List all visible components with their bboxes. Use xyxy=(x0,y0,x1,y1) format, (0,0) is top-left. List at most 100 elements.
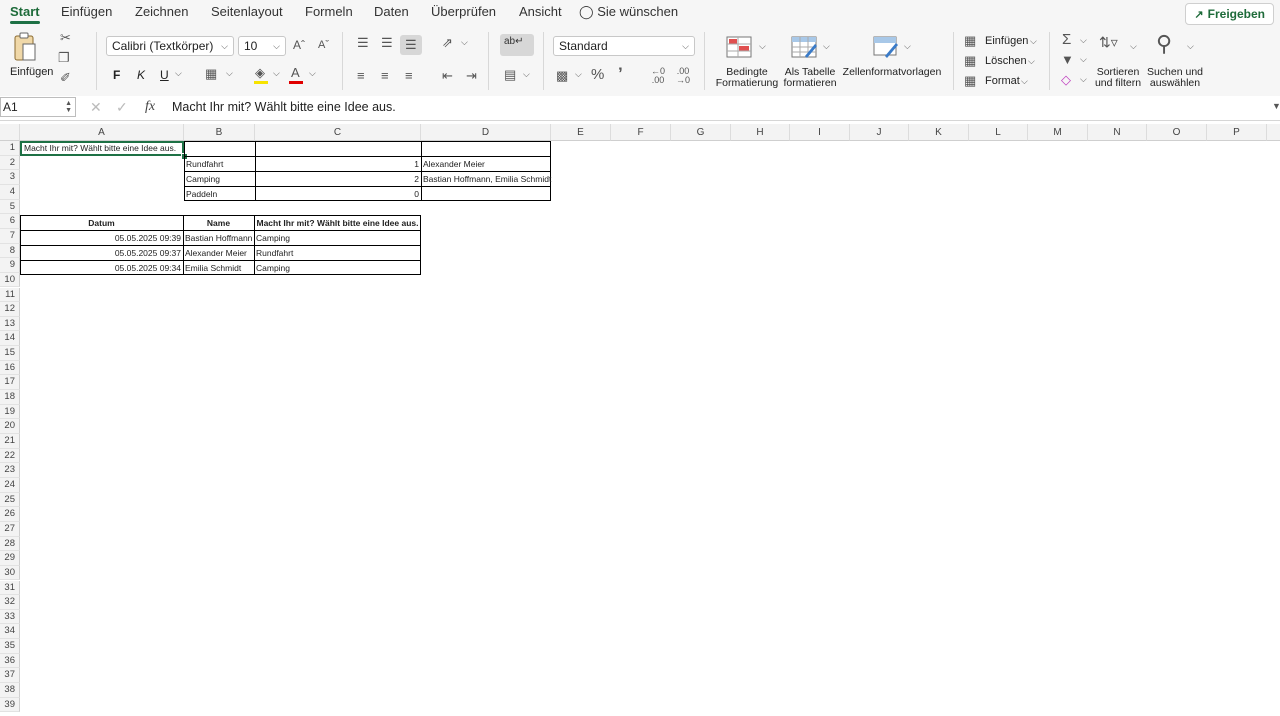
borders-icon[interactable]: ▦ xyxy=(205,66,217,82)
table-cell-choice[interactable]: Camping xyxy=(254,261,421,275)
name-box-stepper-icon[interactable]: ▲ ▼ xyxy=(65,100,72,114)
function-icon[interactable]: fx xyxy=(145,99,155,115)
tab-seitenlayout[interactable]: Seitenlayout xyxy=(211,4,283,19)
chevron-down-icon[interactable]: ⌵ xyxy=(1130,41,1137,52)
row-header[interactable]: 2 xyxy=(0,155,20,171)
copy-icon[interactable]: ❐ xyxy=(58,50,70,66)
format-as-table-label[interactable]: Als Tabelle formatieren xyxy=(778,67,842,89)
row-header[interactable]: 24 xyxy=(0,477,20,493)
increase-font-icon[interactable]: Aˆ xyxy=(293,38,305,52)
percent-icon[interactable]: % xyxy=(591,66,604,83)
name-box[interactable]: A1 ▲ ▼ xyxy=(0,97,76,117)
column-header-g[interactable]: G xyxy=(671,124,731,141)
conditional-formatting-label[interactable]: Bedingte Formatierung xyxy=(712,67,782,89)
column-header-f[interactable]: F xyxy=(611,124,671,141)
tab-daten[interactable]: Daten xyxy=(374,4,409,19)
font-size-select[interactable]: 10 ⌵ xyxy=(238,36,286,56)
row-header[interactable]: 13 xyxy=(0,316,20,332)
chevron-down-icon[interactable]: ⌵ xyxy=(575,69,582,80)
increase-indent-icon[interactable]: ⇥ xyxy=(466,68,477,84)
row-header[interactable]: 15 xyxy=(0,346,20,361)
row-header[interactable]: 19 xyxy=(0,404,20,420)
format-painter-icon[interactable]: ✐ xyxy=(60,70,71,86)
option-name-cell[interactable]: Rundfahrt xyxy=(184,157,255,171)
option-people-cell[interactable]: Bastian Hoffmann, Emilia Schmidt xyxy=(421,172,551,186)
option-name-cell[interactable]: Camping xyxy=(184,172,255,186)
tab-start[interactable]: Start xyxy=(10,4,40,24)
column-header-k[interactable]: K xyxy=(909,124,969,141)
row-header[interactable]: 35 xyxy=(0,639,20,654)
cell-a1[interactable]: Macht Ihr mit? Wählt bitte eine Idee aus… xyxy=(20,141,184,156)
table-cell-name[interactable]: Alexander Meier xyxy=(183,246,254,260)
chevron-down-icon[interactable]: ⌵ xyxy=(273,68,280,79)
chevron-down-icon[interactable]: ⌵ xyxy=(226,68,233,79)
row-header[interactable]: 4 xyxy=(0,184,20,200)
column-header-b[interactable]: B xyxy=(184,124,255,141)
formula-input[interactable]: Macht Ihr mit? Wählt bitte eine Idee aus… xyxy=(172,100,396,114)
paste-label[interactable]: Einfügen xyxy=(10,66,53,78)
tell-me[interactable]: ◯ Sie wünschen xyxy=(579,4,678,20)
merge-center-icon[interactable]: ▤ xyxy=(504,67,516,83)
align-middle-icon[interactable]: ☰ xyxy=(381,35,393,51)
column-header-p[interactable]: P xyxy=(1207,124,1267,141)
table-cell-date[interactable]: 05.05.2025 09:37 xyxy=(20,246,183,260)
table-header-name[interactable]: Name xyxy=(183,216,254,230)
chevron-down-icon[interactable]: ⌵ xyxy=(1028,56,1035,67)
column-header-a[interactable]: A xyxy=(20,124,184,141)
chevron-down-icon[interactable]: ▼ xyxy=(1272,101,1280,111)
fill-icon[interactable]: ▼ xyxy=(1061,52,1074,67)
row-header[interactable]: 14 xyxy=(0,331,20,347)
find-select-label[interactable]: Suchen und auswählen xyxy=(1145,67,1205,89)
font-color-icon[interactable]: A xyxy=(291,65,300,80)
chevron-down-icon[interactable]: ⌵ xyxy=(904,41,911,52)
row-header[interactable]: 12 xyxy=(0,302,20,317)
column-header-o[interactable]: O xyxy=(1147,124,1207,141)
row-header[interactable]: 10 xyxy=(0,272,20,288)
sort-filter-label[interactable]: Sortieren und filtern xyxy=(1092,67,1144,89)
select-all-corner[interactable] xyxy=(0,124,20,141)
chevron-down-icon[interactable]: ⌵ xyxy=(759,41,766,52)
tab-ueberpruefen[interactable]: Überprüfen xyxy=(431,4,496,19)
cell-styles-label[interactable]: Zellenformatvorlagen xyxy=(842,67,942,78)
row-header[interactable]: 36 xyxy=(0,653,20,669)
row-header[interactable]: 7 xyxy=(0,228,20,244)
row-header[interactable]: 22 xyxy=(0,448,20,464)
row-header[interactable]: 17 xyxy=(0,375,20,391)
align-top-icon[interactable]: ☰ xyxy=(357,35,369,51)
format-cells-icon[interactable]: ▦ xyxy=(964,73,976,89)
search-icon[interactable]: ⚲ xyxy=(1156,31,1172,57)
insert-cells-label[interactable]: Einfügen xyxy=(985,35,1028,47)
column-header-j[interactable]: J xyxy=(850,124,909,141)
align-center-icon[interactable]: ≡ xyxy=(381,68,389,83)
column-header-d[interactable]: D xyxy=(421,124,551,141)
delete-cells-label[interactable]: Löschen xyxy=(985,55,1027,67)
table-cell-date[interactable]: 05.05.2025 09:39 xyxy=(20,231,183,245)
enter-icon[interactable]: ✓ xyxy=(116,99,128,116)
comma-style-icon[interactable]: ’ xyxy=(618,64,623,84)
table-cell-date[interactable]: 05.05.2025 09:34 xyxy=(20,261,183,275)
column-header-e[interactable]: E xyxy=(551,124,611,141)
insert-cells-icon[interactable]: ▦ xyxy=(964,33,976,49)
row-header[interactable]: 33 xyxy=(0,609,20,625)
row-header[interactable]: 31 xyxy=(0,580,20,596)
row-header[interactable]: 9 xyxy=(0,258,20,273)
chevron-down-icon[interactable]: ⌵ xyxy=(823,41,830,52)
option-count-cell[interactable]: 1 xyxy=(255,157,421,171)
chevron-down-icon[interactable]: ⌵ xyxy=(461,37,468,48)
option-count-cell[interactable]: 0 xyxy=(255,187,421,201)
font-name-select[interactable]: Calibri (Textkörper) ⌵ xyxy=(106,36,234,56)
table-header-question[interactable]: Macht Ihr mit? Wählt bitte eine Idee aus… xyxy=(254,216,421,230)
chevron-down-icon[interactable]: ⌵ xyxy=(1080,54,1087,65)
row-header[interactable]: 18 xyxy=(0,390,20,405)
row-header[interactable]: 5 xyxy=(0,199,20,215)
row-header[interactable]: 16 xyxy=(0,360,20,376)
row-header[interactable]: 8 xyxy=(0,243,20,259)
chevron-down-icon[interactable]: ⌵ xyxy=(1080,35,1087,46)
chevron-down-icon[interactable]: ⌵ xyxy=(309,68,316,79)
row-header[interactable]: 27 xyxy=(0,521,20,537)
fill-color-icon[interactable]: ◈ xyxy=(255,65,265,81)
table-cell-name[interactable]: Emilia Schmidt xyxy=(183,261,254,275)
chevron-down-icon[interactable]: ⌵ xyxy=(523,69,530,80)
conditional-formatting-icon[interactable] xyxy=(726,36,752,58)
row-header[interactable]: 23 xyxy=(0,463,20,478)
